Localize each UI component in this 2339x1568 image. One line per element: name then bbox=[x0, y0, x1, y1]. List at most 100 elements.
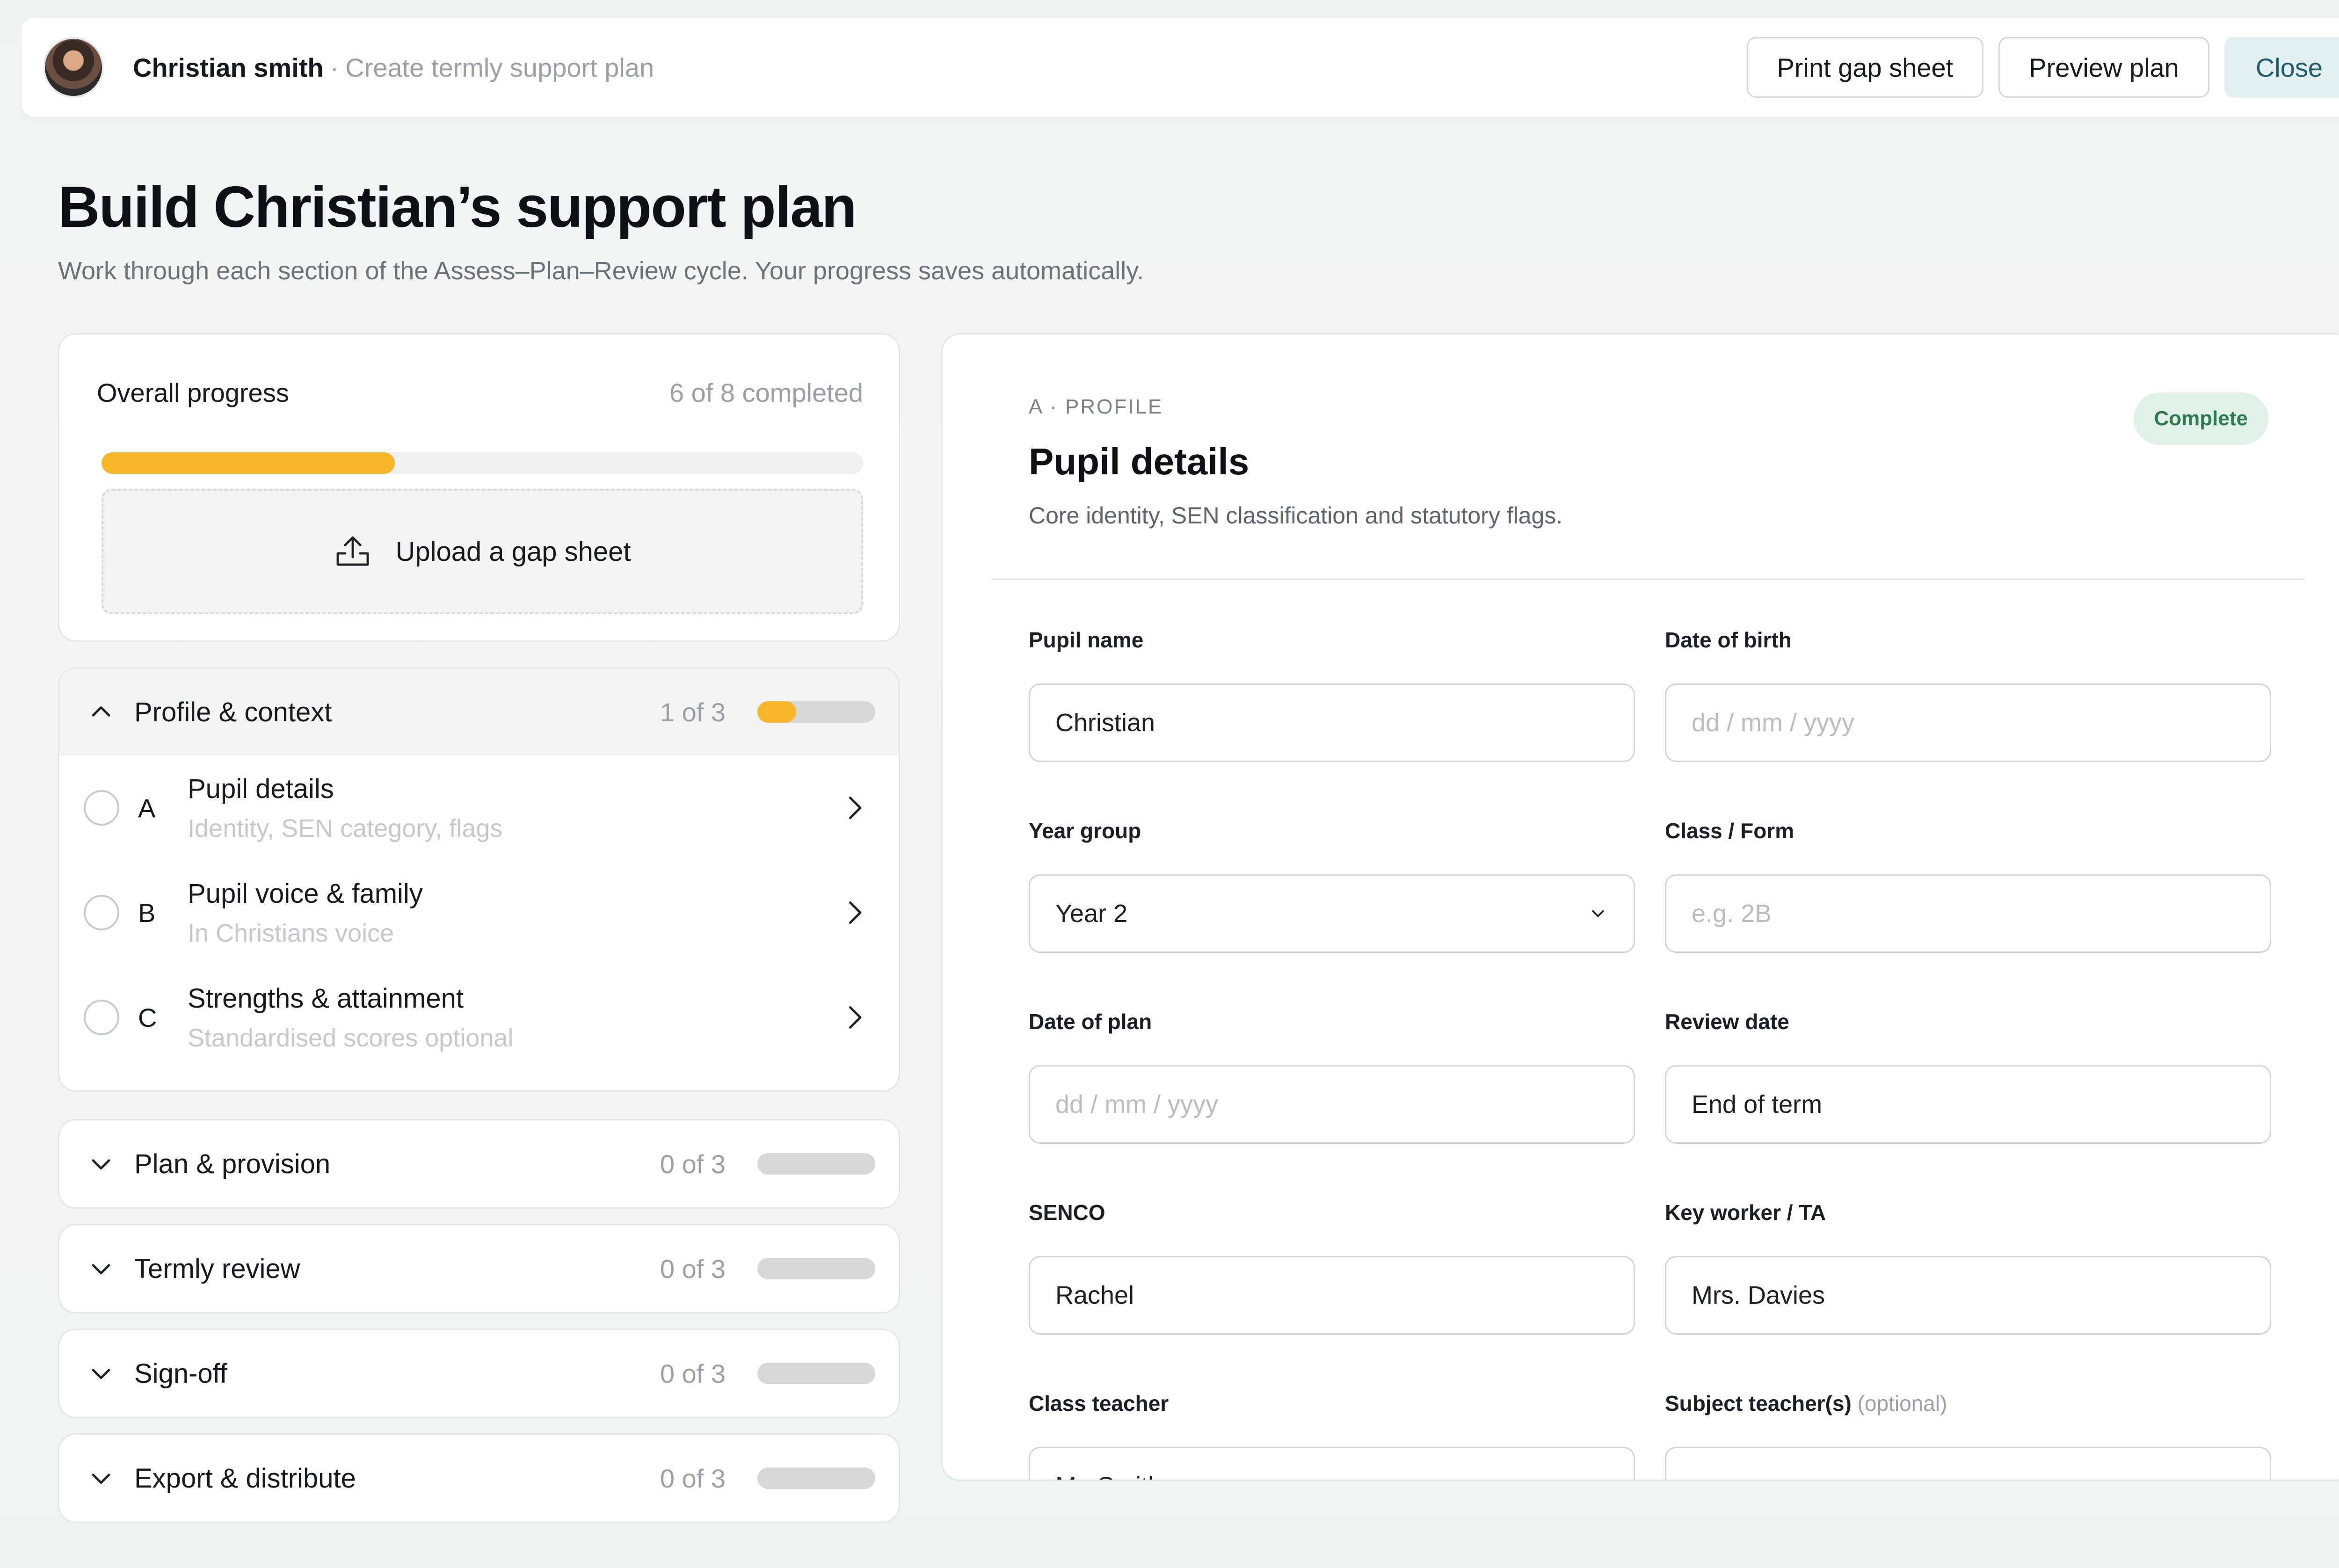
section-title: Export & distribute bbox=[134, 1463, 356, 1494]
section-progress-fill bbox=[757, 701, 797, 723]
senco-field-group: SENCO bbox=[1029, 1200, 1635, 1335]
chevron-right-icon bbox=[849, 901, 862, 924]
key-worker-field-group: Key worker / TA bbox=[1665, 1200, 2271, 1335]
chevron-up-icon bbox=[92, 706, 110, 717]
panel-description: Core identity, SEN classification and st… bbox=[1029, 502, 1563, 529]
key-worker-input[interactable] bbox=[1692, 1281, 2245, 1310]
pupil-details-panel: A · PROFILE Complete Pupil details Core … bbox=[941, 333, 2339, 1481]
year-group-field-group: Year group Year 2 bbox=[1029, 818, 1635, 953]
section-termly-review: Termly review 0 of 3 bbox=[58, 1224, 900, 1314]
avatar bbox=[43, 37, 104, 98]
date-of-plan-input[interactable] bbox=[1055, 1090, 1608, 1119]
item-title: Pupil details bbox=[188, 773, 334, 804]
subject-teachers-field-group: Subject teacher(s) (optional) bbox=[1665, 1391, 2271, 1480]
page-title: Build Christian’s support plan bbox=[58, 175, 857, 240]
section-title: Plan & provision bbox=[134, 1148, 331, 1179]
section-title: Profile & context bbox=[134, 697, 332, 727]
chevron-right-icon bbox=[849, 1006, 862, 1029]
item-subtitle: Identity, SEN category, flags bbox=[188, 814, 503, 842]
subject-teachers-input[interactable] bbox=[1692, 1472, 2245, 1480]
breadcrumb-separator: · bbox=[330, 52, 339, 82]
page-subtitle: Work through each section of the Assess–… bbox=[58, 257, 1144, 285]
review-date-input[interactable] bbox=[1692, 1090, 2245, 1119]
overall-progress-bar bbox=[102, 452, 863, 474]
chevron-down-icon bbox=[92, 1264, 110, 1275]
section-sign-off: Sign-off 0 of 3 bbox=[58, 1328, 900, 1418]
section-count: 0 of 3 bbox=[660, 1463, 726, 1493]
overall-progress-card: Overall progress 6 of 8 completed Upload… bbox=[58, 333, 900, 642]
list-item-pupil-voice[interactable]: B Pupil voice & family In Christians voi… bbox=[59, 860, 899, 965]
breadcrumb: Christian smith · Create termly support … bbox=[133, 52, 654, 83]
divider bbox=[991, 579, 2305, 580]
review-date-field-group: Review date bbox=[1665, 1009, 2271, 1144]
item-title: Strengths & attainment bbox=[188, 983, 464, 1014]
panel-title: Pupil details bbox=[1029, 441, 1249, 482]
class-teacher-field-group: Class teacher bbox=[1029, 1391, 1635, 1480]
section-header-plan-provision[interactable]: Plan & provision 0 of 3 bbox=[59, 1120, 899, 1207]
field-label: SENCO bbox=[1029, 1200, 1105, 1225]
field-label: Pupil name bbox=[1029, 628, 1144, 652]
section-profile-context: Profile & context 1 of 3 A Pupil details… bbox=[58, 667, 900, 1092]
class-form-input[interactable] bbox=[1692, 899, 2245, 928]
section-eyebrow: A · PROFILE bbox=[1029, 395, 1163, 418]
upload-icon bbox=[337, 536, 369, 566]
field-label: Date of birth bbox=[1665, 628, 1792, 652]
year-group-select[interactable]: Year 2 bbox=[1029, 874, 1635, 953]
field-label: Class / Form bbox=[1665, 819, 1794, 843]
item-subtitle: Standardised scores optional bbox=[188, 1024, 514, 1052]
list-item-pupil-details[interactable]: A Pupil details Identity, SEN category, … bbox=[59, 755, 899, 860]
section-count: 0 of 3 bbox=[660, 1149, 726, 1179]
item-letter: A bbox=[138, 793, 156, 823]
section-progress-bar bbox=[757, 701, 875, 723]
item-letter: B bbox=[138, 898, 156, 928]
section-count: 0 of 3 bbox=[660, 1358, 726, 1388]
status-radio bbox=[84, 895, 119, 930]
preview-plan-button[interactable]: Preview plan bbox=[1998, 37, 2209, 98]
pupil-name-field-group: Pupil name bbox=[1029, 627, 1635, 762]
field-label: Review date bbox=[1665, 1009, 1789, 1034]
close-button[interactable]: Close bbox=[2224, 37, 2339, 98]
date-of-birth-input[interactable] bbox=[1692, 708, 2245, 737]
section-title: Termly review bbox=[134, 1253, 300, 1284]
class-teacher-input[interactable] bbox=[1055, 1472, 1608, 1480]
item-title: Pupil voice & family bbox=[188, 878, 423, 909]
overall-progress-label: Overall progress bbox=[97, 378, 289, 407]
class-form-field-group: Class / Form bbox=[1665, 818, 2271, 953]
section-header-sign-off[interactable]: Sign-off 0 of 3 bbox=[59, 1330, 899, 1417]
section-header-export-distribute[interactable]: Export & distribute 0 of 3 bbox=[59, 1435, 899, 1522]
section-export-distribute: Export & distribute 0 of 3 bbox=[58, 1433, 900, 1523]
section-plan-provision: Plan & provision 0 of 3 bbox=[58, 1119, 900, 1209]
date-of-plan-field-group: Date of plan bbox=[1029, 1009, 1635, 1144]
breadcrumb-subtitle: Create termly support plan bbox=[345, 52, 654, 82]
chevron-down-icon bbox=[1592, 910, 1604, 917]
field-label: Class teacher bbox=[1029, 1391, 1169, 1416]
section-progress-bar bbox=[757, 1363, 875, 1384]
status-radio bbox=[84, 790, 119, 826]
item-subtitle: In Christians voice bbox=[188, 919, 394, 947]
pupil-name-input[interactable] bbox=[1055, 708, 1608, 737]
section-count: 0 of 3 bbox=[660, 1254, 726, 1284]
user-name: Christian smith bbox=[133, 52, 324, 82]
chevron-right-icon bbox=[849, 797, 862, 820]
dob-field-group: Date of birth bbox=[1665, 627, 2271, 762]
chevron-down-icon bbox=[92, 1159, 110, 1170]
status-badge: Complete bbox=[2133, 392, 2268, 445]
status-radio bbox=[84, 1000, 119, 1035]
upload-label: Upload a gap sheet bbox=[395, 536, 631, 567]
section-progress-bar bbox=[757, 1258, 875, 1279]
section-header-termly-review[interactable]: Termly review 0 of 3 bbox=[59, 1225, 899, 1312]
overall-progress-fill bbox=[102, 452, 395, 474]
list-item-strengths[interactable]: C Strengths & attainment Standardised sc… bbox=[59, 965, 899, 1070]
section-progress-bar bbox=[757, 1153, 875, 1175]
field-label: Key worker / TA bbox=[1665, 1200, 1826, 1225]
chevron-down-icon bbox=[92, 1474, 110, 1484]
section-progress-bar bbox=[757, 1467, 875, 1489]
upload-gap-sheet-button[interactable]: Upload a gap sheet bbox=[102, 489, 863, 614]
print-gap-sheet-button[interactable]: Print gap sheet bbox=[1746, 37, 1984, 98]
senco-input[interactable] bbox=[1055, 1281, 1608, 1310]
field-label: Subject teacher(s) (optional) bbox=[1665, 1391, 2271, 1419]
section-header-profile-context[interactable]: Profile & context 1 of 3 bbox=[59, 668, 899, 755]
overall-progress-count: 6 of 8 completed bbox=[669, 378, 863, 407]
field-label: Date of plan bbox=[1029, 1009, 1152, 1034]
year-group-value: Year 2 bbox=[1055, 900, 1128, 928]
